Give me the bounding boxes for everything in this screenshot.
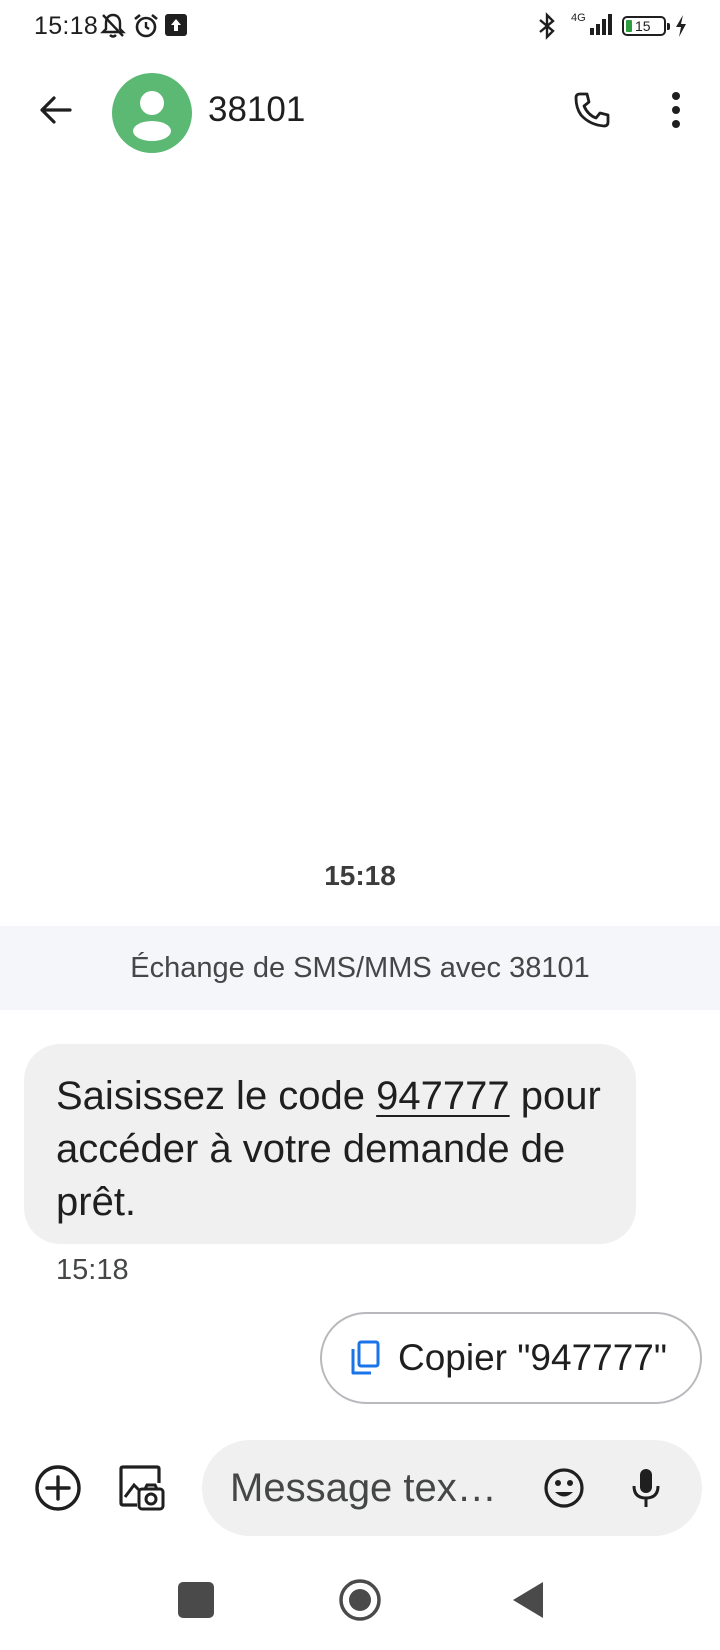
back-button[interactable] xyxy=(30,84,82,136)
home-icon xyxy=(339,1579,381,1621)
notifications-off-icon xyxy=(100,12,126,45)
contact-name[interactable]: 38101 xyxy=(208,90,305,130)
home-button[interactable] xyxy=(338,1578,382,1622)
recents-button[interactable] xyxy=(178,1582,214,1618)
upload-icon xyxy=(164,12,188,43)
gallery-icon xyxy=(119,1465,165,1511)
charging-icon xyxy=(674,14,688,43)
app-bar: 38101 xyxy=(0,60,720,164)
avatar[interactable] xyxy=(112,73,192,153)
copy-code-suggestion[interactable]: Copier "947777" xyxy=(320,1312,702,1404)
message-code-link[interactable]: 947777 xyxy=(376,1074,509,1118)
add-attachment-button[interactable] xyxy=(30,1460,86,1516)
battery-icon: 15 xyxy=(622,16,670,36)
svg-text:4G: 4G xyxy=(571,12,586,24)
battery-level: 15 xyxy=(635,18,651,34)
conversation-time-header: 15:18 xyxy=(324,860,396,891)
message-timestamp: 15:18 xyxy=(56,1254,129,1286)
person-icon xyxy=(133,91,171,141)
message-text-start: Saisissez le code xyxy=(56,1074,377,1118)
copy-suggestion-label: Copier "947777" xyxy=(398,1337,668,1378)
compose-bar xyxy=(0,1438,720,1542)
add-circle-icon xyxy=(35,1465,81,1511)
emoji-icon xyxy=(544,1468,584,1508)
nav-back-button[interactable] xyxy=(506,1578,550,1622)
emoji-button[interactable] xyxy=(538,1462,590,1514)
status-bar: 15:18 4G 15 xyxy=(0,0,720,54)
more-vert-icon xyxy=(672,92,680,128)
system-navigation-bar xyxy=(0,1560,720,1650)
back-triangle-icon xyxy=(513,1582,543,1618)
exchange-banner: Échange de SMS/MMS avec 38101 xyxy=(0,926,720,1010)
alarm-icon xyxy=(132,12,160,45)
message-input[interactable] xyxy=(230,1458,530,1518)
mic-icon xyxy=(632,1469,660,1507)
message-bubble[interactable]: Saisissez le code 947777 pour accéder à … xyxy=(24,1044,636,1244)
gallery-button[interactable] xyxy=(114,1460,170,1516)
signal-icon: 4G xyxy=(570,10,616,43)
copy-icon xyxy=(351,1340,380,1375)
more-options-button[interactable] xyxy=(650,84,702,136)
bluetooth-icon xyxy=(536,12,558,45)
call-button[interactable] xyxy=(566,84,618,136)
status-time: 15:18 xyxy=(34,12,99,40)
phone-icon xyxy=(574,92,610,128)
voice-input-button[interactable] xyxy=(620,1462,672,1514)
back-arrow-icon xyxy=(40,96,72,124)
message-field xyxy=(202,1440,702,1536)
